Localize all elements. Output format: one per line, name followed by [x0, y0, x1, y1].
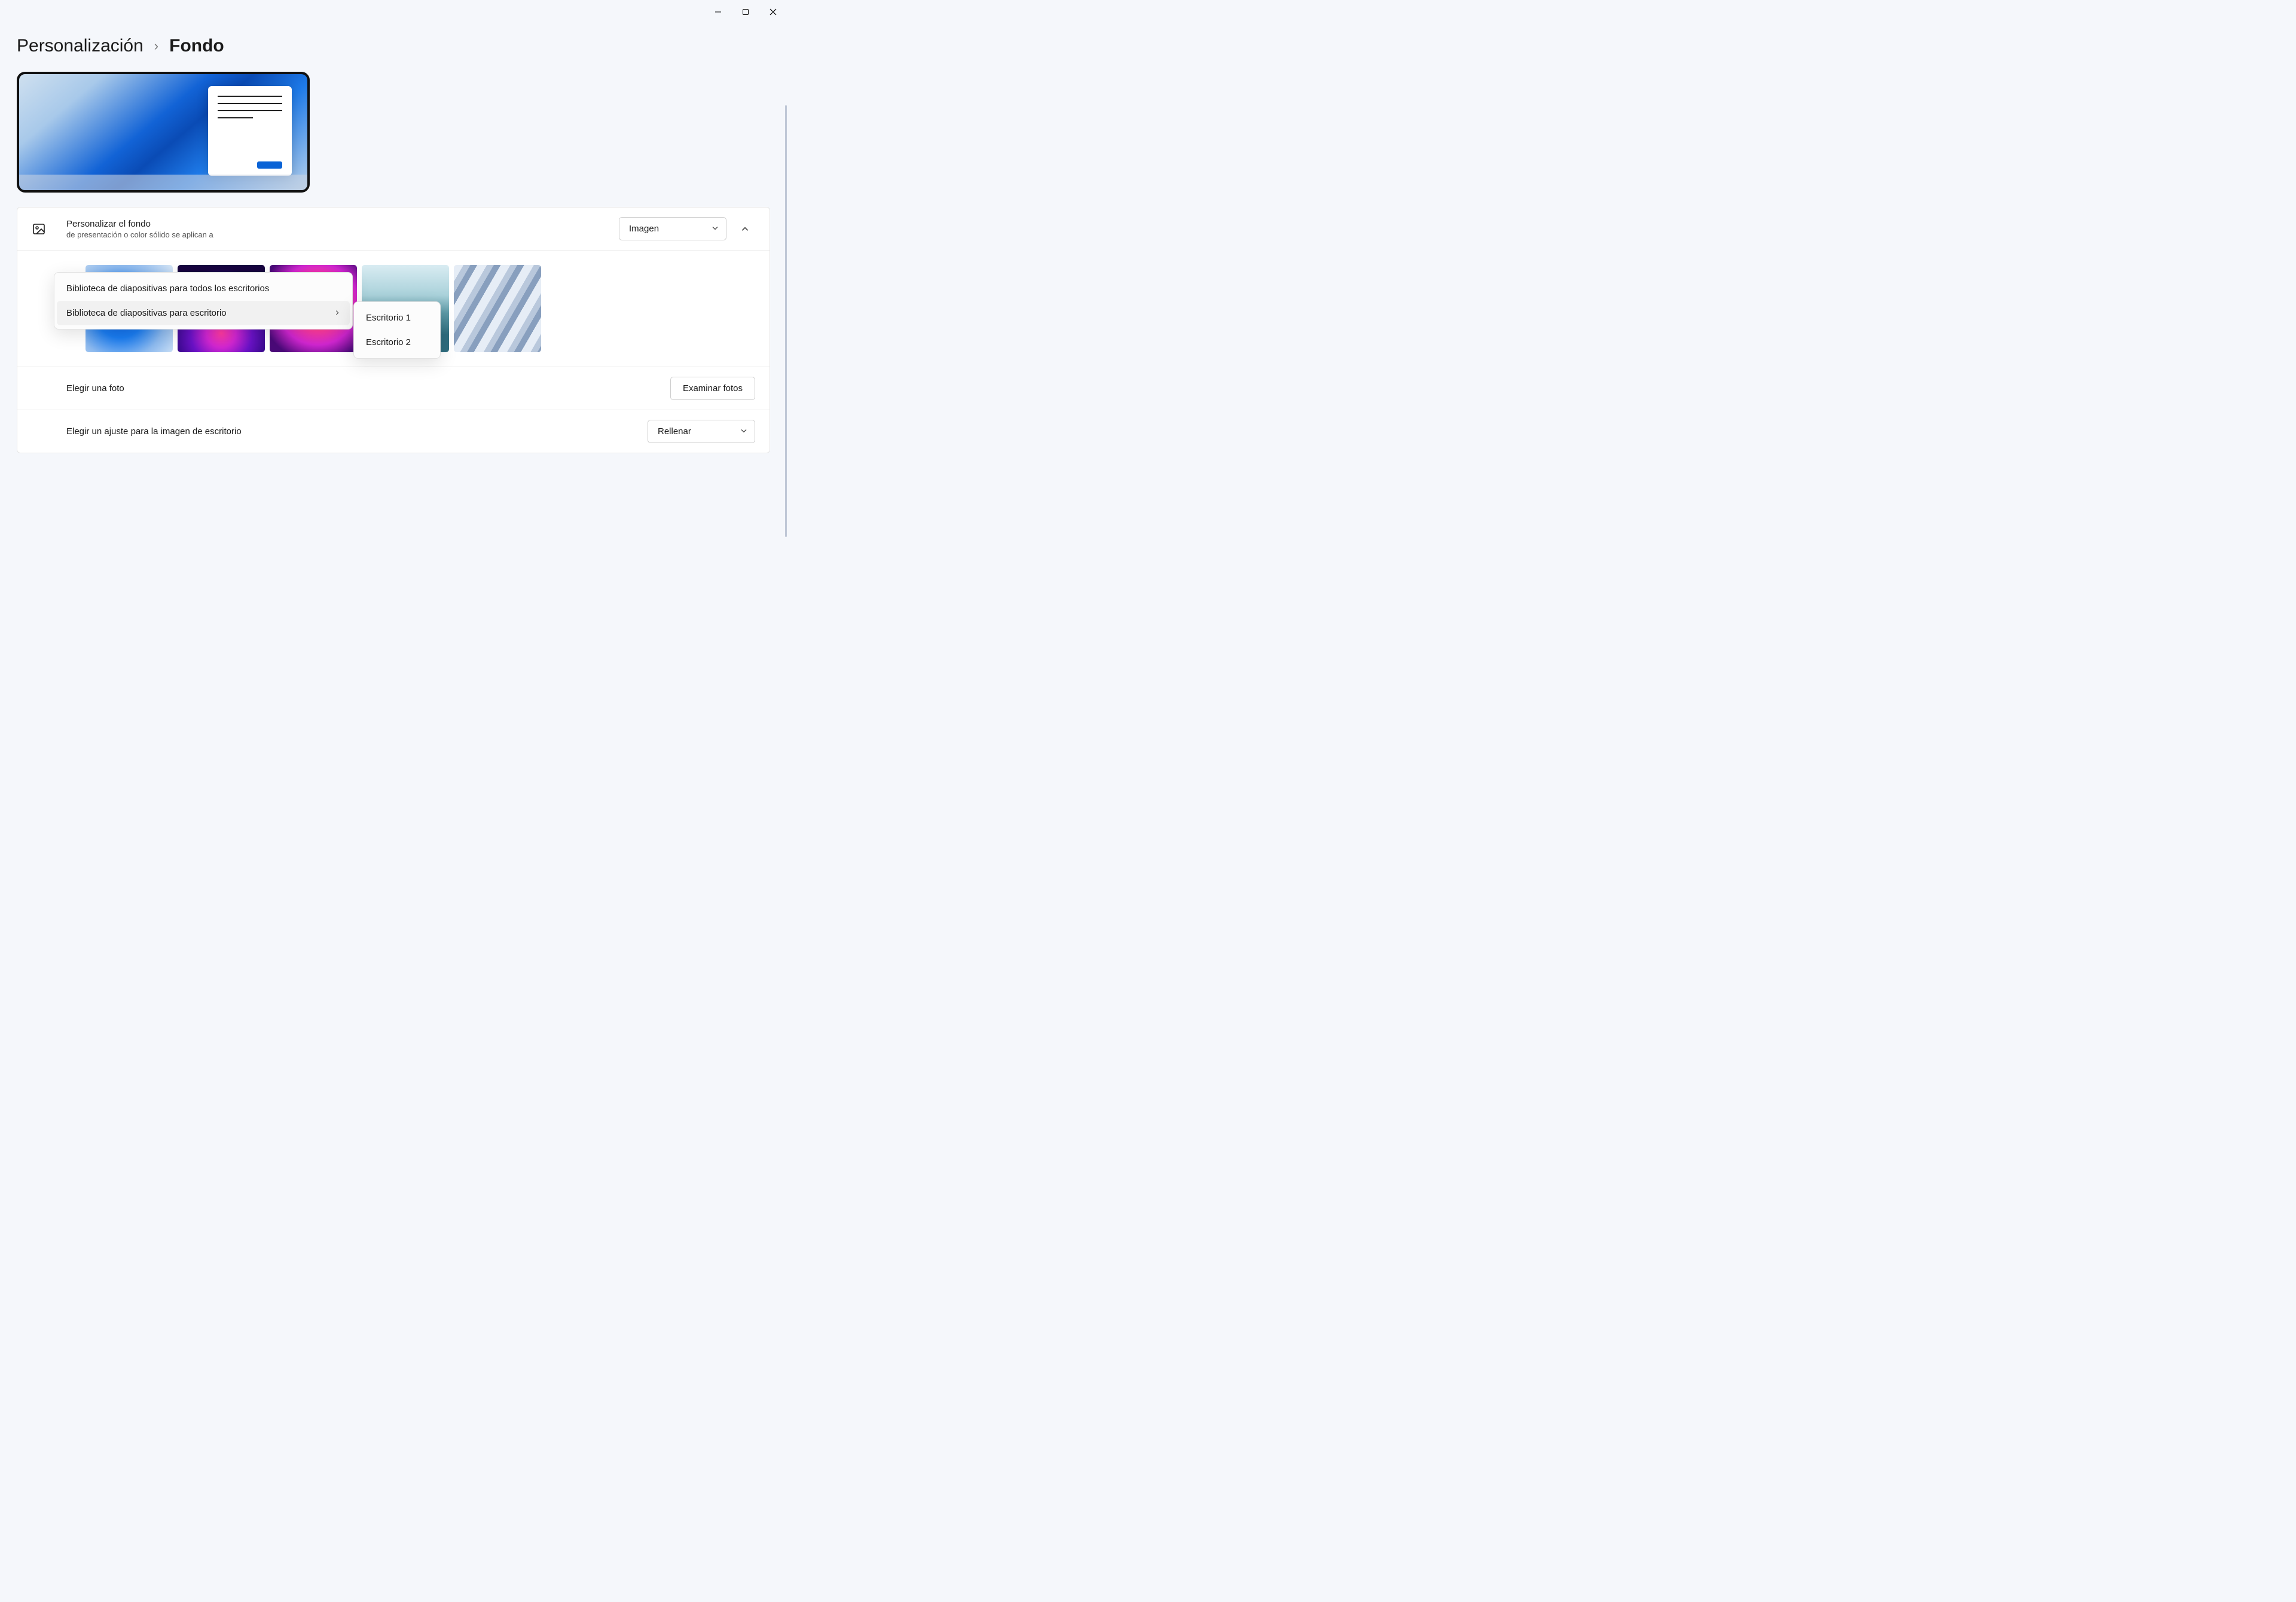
collapse-button[interactable]: [735, 219, 755, 239]
customize-row-title: Personalizar el fondo: [66, 219, 619, 229]
background-type-value: Imagen: [629, 224, 659, 234]
chevron-down-icon: [740, 426, 747, 437]
preview-window-mock: [208, 86, 292, 176]
ctx-sub-item-desktop-1[interactable]: Escritorio 1: [354, 306, 440, 330]
scrollbar[interactable]: [785, 105, 787, 537]
context-submenu: Escritorio 1 Escritorio 2: [353, 301, 441, 359]
context-menu: Biblioteca de diapositivas para todos lo…: [54, 272, 353, 329]
ctx-item-slideshow-per-desktop[interactable]: Biblioteca de diapositivas para escritor…: [57, 301, 350, 325]
desktop-preview: [17, 72, 310, 193]
customize-background-row[interactable]: Personalizar el fondo de presentación o …: [17, 208, 770, 251]
background-type-select[interactable]: Imagen: [619, 217, 726, 240]
browse-photos-button[interactable]: Examinar fotos: [670, 377, 755, 400]
fit-select[interactable]: Rellenar: [648, 420, 755, 443]
minimize-button[interactable]: [704, 2, 732, 22]
chevron-right-icon: [334, 308, 340, 318]
ctx-item-slideshow-all[interactable]: Biblioteca de diapositivas para todos lo…: [54, 276, 352, 301]
choose-photo-row: Elegir una foto Examinar fotos: [17, 367, 770, 410]
fit-row-label: Elegir un ajuste para la imagen de escri…: [66, 426, 648, 437]
image-icon: [32, 222, 46, 236]
ctx-sub-item-desktop-2[interactable]: Escritorio 2: [354, 330, 440, 355]
window-titlebar: [704, 0, 787, 24]
breadcrumb-parent[interactable]: Personalización: [17, 36, 144, 56]
fit-row: Elegir un ajuste para la imagen de escri…: [17, 410, 770, 453]
wallpaper-thumb-5[interactable]: [454, 265, 541, 352]
maximize-button[interactable]: [732, 2, 759, 22]
chevron-down-icon: [712, 224, 719, 234]
breadcrumb-current: Fondo: [169, 36, 224, 56]
breadcrumb: Personalización › Fondo: [17, 36, 770, 56]
customize-row-subtitle: de presentación o color sólido se aplica…: [66, 230, 619, 239]
fit-select-value: Rellenar: [658, 426, 691, 437]
close-button[interactable]: [759, 2, 787, 22]
chevron-right-icon: ›: [154, 38, 158, 54]
choose-photo-label: Elegir una foto: [66, 383, 670, 393]
